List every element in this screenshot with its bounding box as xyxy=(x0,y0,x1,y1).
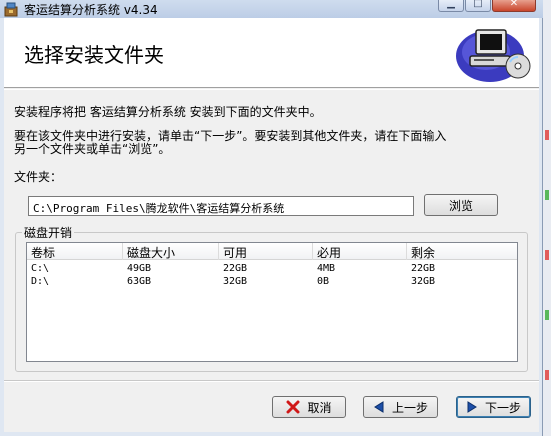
browse-button[interactable]: 浏览 xyxy=(424,194,498,216)
wizard-header: 选择安装文件夹 xyxy=(4,18,539,88)
left-arrow-icon xyxy=(373,401,385,413)
computer-with-disc-icon xyxy=(452,22,534,84)
header-divider xyxy=(4,89,539,90)
minimize-icon: ▁ xyxy=(447,0,455,9)
maximize-icon: □ xyxy=(473,0,483,9)
next-label: 下一步 xyxy=(484,400,521,415)
cell-remaining: 32GB xyxy=(411,276,436,287)
title-bar[interactable]: 客运结算分析系统 v4.34 ▁ □ ✕ xyxy=(0,0,543,18)
right-arrow-icon xyxy=(466,401,478,413)
intro-text: 安装程序将把 客运结算分析系统 安装到下面的文件夹中。 xyxy=(14,105,322,119)
maximize-button[interactable]: □ xyxy=(465,0,491,12)
installer-window: 客运结算分析系统 v4.34 ▁ □ ✕ 选择安装文件夹 安装程序将把 客运结算… xyxy=(0,0,543,436)
column-header-available[interactable]: 可用 xyxy=(219,243,313,260)
disk-usage-label: 磁盘开销 xyxy=(22,224,75,241)
window-title: 客运结算分析系统 v4.34 xyxy=(24,3,158,17)
column-header-required[interactable]: 必用 xyxy=(313,243,407,260)
disk-usage-header: 卷标 磁盘大小 可用 必用 剩余 xyxy=(27,243,517,260)
disk-usage-list[interactable]: 卷标 磁盘大小 可用 必用 剩余 C:\ 49GB 22GB 4MB 22GB … xyxy=(26,242,518,362)
cell-remaining: 22GB xyxy=(411,263,436,274)
column-header-volume[interactable]: 卷标 xyxy=(27,243,123,260)
installer-client-area: 选择安装文件夹 安装程序将把 客运结算分析系统 安装到下面的文件夹中。 要在该文… xyxy=(4,18,539,432)
instruction-line-2: 另一个文件夹或单击“浏览”。 xyxy=(14,142,171,156)
table-row[interactable]: C:\ 49GB 22GB 4MB 22GB xyxy=(27,263,517,275)
cell-available: 32GB xyxy=(223,276,248,287)
next-button[interactable]: 下一步 xyxy=(456,396,531,418)
page-title: 选择安装文件夹 xyxy=(24,43,164,67)
cell-disk-size: 49GB xyxy=(127,263,152,274)
cell-required: 0B xyxy=(317,276,330,287)
back-button[interactable]: 上一步 xyxy=(363,396,438,418)
cancel-button[interactable]: 取消 xyxy=(272,396,346,418)
close-button[interactable]: ✕ xyxy=(492,0,536,12)
red-x-icon xyxy=(286,400,300,414)
table-row[interactable]: D:\ 63GB 32GB 0B 32GB xyxy=(27,276,517,288)
cell-available: 22GB xyxy=(223,263,248,274)
cell-volume: D:\ xyxy=(31,276,50,287)
folder-path-input[interactable]: C:\Program Files\腾龙软件\客运结算分析系统 xyxy=(28,196,414,216)
cell-required: 4MB xyxy=(317,263,336,274)
minimize-button[interactable]: ▁ xyxy=(438,0,464,12)
background-desktop-strip xyxy=(543,0,551,436)
back-label: 上一步 xyxy=(391,400,428,415)
installer-app-icon xyxy=(3,1,19,17)
cell-disk-size: 63GB xyxy=(127,276,152,287)
close-icon: ✕ xyxy=(509,0,519,9)
column-header-remaining[interactable]: 剩余 xyxy=(407,243,517,260)
cell-volume: C:\ xyxy=(31,263,50,274)
footer-divider-highlight xyxy=(4,381,539,382)
cancel-label: 取消 xyxy=(307,400,332,415)
folder-label: 文件夹： xyxy=(14,170,63,184)
column-header-disk-size[interactable]: 磁盘大小 xyxy=(123,243,219,260)
